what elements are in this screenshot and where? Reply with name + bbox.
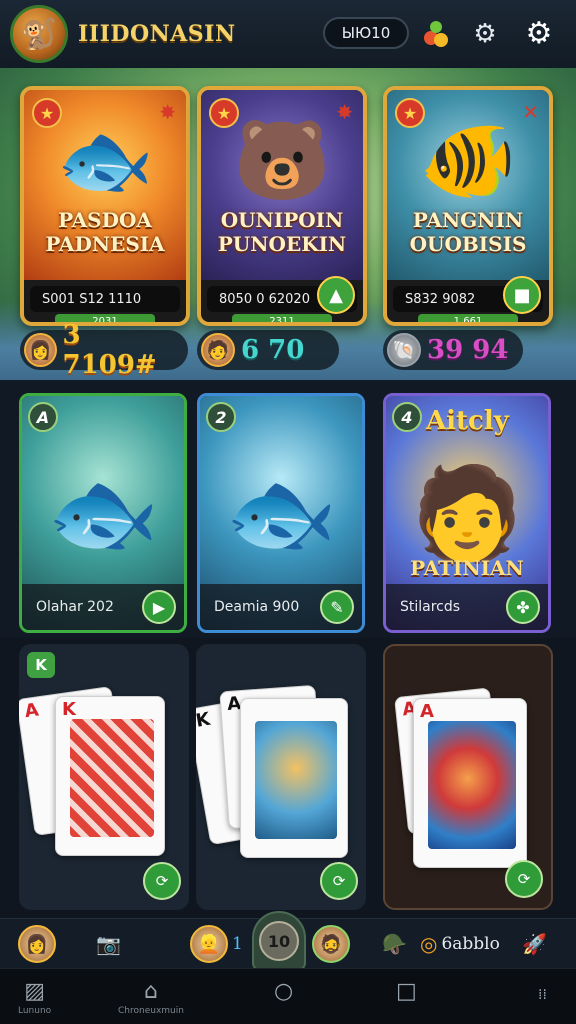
top-bar: 🐒 IIIDONASIN ЫЮ10 ⚙ ⚙	[0, 0, 576, 68]
play-icon[interactable]: ⟳	[143, 862, 181, 900]
game-title: OUNIPOIN PUNOEKIN	[217, 208, 347, 256]
player-bar: 👩 📷 👱 1 10 🧔 🪖 ◎ 6abblo 🚀	[0, 911, 576, 971]
shell-icon: 🐚	[387, 333, 421, 367]
featured-card-1[interactable]: 🐟 ★ ✸ PASDOA PADNESIA S001 S12 1110 2031	[20, 86, 190, 326]
center-badge[interactable]: 10	[252, 911, 306, 971]
close-icon[interactable]: ✕	[522, 100, 539, 124]
avatar: 👱	[190, 925, 228, 963]
game-card-olahar[interactable]: 🐟 A Olahar 202 ▶	[19, 393, 187, 633]
play-icon[interactable]: ⟳	[505, 860, 543, 898]
card-banner: PATINIAN	[410, 556, 524, 580]
featured-card-3[interactable]: 🐠 ★ ✕ PANGNIN OUOBISIS S832 9082 1.661 ■	[383, 86, 553, 326]
play-button[interactable]: ■	[503, 276, 541, 314]
helmet-icon[interactable]: 🪖	[382, 925, 407, 963]
dots-icon: ⁞⁞	[538, 987, 547, 1003]
avatar: 🧑	[201, 333, 235, 367]
coin-counter-3: 🐚 39 94	[383, 330, 523, 370]
badge: 2	[206, 402, 236, 432]
system-nav-bar: ▨ Lununo ⌂ Chroneuxmuin ○ □ ⁞⁞	[0, 968, 576, 1024]
rocket-icon[interactable]: 🚀	[522, 925, 547, 963]
card-rank: A	[420, 701, 434, 722]
card-label: Deamia 900	[214, 599, 300, 615]
play-button[interactable]: ▲	[317, 276, 355, 314]
star-icon: ★	[32, 98, 62, 128]
card-label: Stilarcds	[400, 599, 461, 615]
nav-circle-button[interactable]: ○	[274, 979, 293, 1004]
sparkle-icon: ✸	[159, 100, 176, 124]
leaf-icon[interactable]: ✤	[506, 590, 540, 624]
coin-text: 6abblo	[441, 934, 500, 954]
coin-display[interactable]: ◎ 6abblo	[420, 925, 500, 963]
nav-caption: Chroneuxmuin	[118, 1006, 184, 1016]
brand-name: IIIDONASIN	[78, 21, 236, 47]
coin-icon: ◎	[420, 932, 438, 956]
card-game-1[interactable]: K A K ⟳	[19, 644, 189, 910]
card-game-2[interactable]: K A ⟳	[196, 644, 366, 910]
chat-icon[interactable]: ✎	[320, 590, 354, 624]
star-icon: ★	[395, 98, 425, 128]
nav-home[interactable]: ⌂ Chroneuxmuin	[118, 979, 184, 1016]
player-slot[interactable]: 👱 1	[190, 925, 243, 963]
star-icon: ★	[209, 98, 239, 128]
monkey-logo[interactable]: 🐒	[10, 5, 68, 63]
card-rank: K	[196, 708, 212, 732]
circle-icon: ○	[274, 979, 294, 1004]
card-headline: Aitcly	[426, 406, 509, 436]
game-card-deamia[interactable]: 🐟 2 Deamia 900 ✎	[197, 393, 365, 633]
play-icon[interactable]: ⟳	[320, 862, 358, 900]
avatar: 👩	[18, 925, 56, 963]
balance-pill[interactable]: ЫЮ10	[323, 17, 409, 49]
camera-icon[interactable]: 📷	[96, 925, 121, 963]
badge: A	[28, 402, 58, 432]
nav-square-button[interactable]: □	[396, 979, 417, 1004]
nav-lobby[interactable]: ▨ Lununo	[18, 979, 51, 1016]
card-rank: A	[23, 699, 40, 723]
game-tag: 1.661	[418, 314, 518, 322]
settings-icon[interactable]: ⚙	[522, 17, 556, 51]
playing-card: A	[413, 698, 527, 868]
nav-caption: Lununo	[18, 1006, 52, 1016]
avatar: 🧔	[312, 925, 350, 963]
featured-card-2[interactable]: 🐻 ★ ✸ OUNIPOIN PUNOEKIN 8050 0 62020 231…	[197, 86, 367, 326]
gems-icon[interactable]	[420, 17, 454, 51]
coin-counter-2: 🧑 6 70	[197, 330, 339, 370]
playing-card: K	[55, 696, 165, 856]
player-slot[interactable]: 👩	[18, 925, 56, 963]
play-arrow-icon[interactable]: ▶	[142, 590, 176, 624]
game-title: PANGNIN OUOBISIS	[409, 208, 527, 256]
gear-icon[interactable]: ⚙	[468, 17, 502, 51]
card-game-3[interactable]: A A ⟳	[383, 644, 553, 910]
sparkle-icon: ✸	[336, 100, 353, 124]
card-label: Olahar 202	[36, 599, 114, 615]
player-slot[interactable]: 🧔	[312, 925, 350, 963]
card-rank: K	[62, 699, 76, 720]
card-face	[70, 719, 154, 837]
card-face	[255, 721, 337, 839]
nav-more-button[interactable]: ⁞⁞	[538, 987, 547, 1003]
game-title: PASDOA PADNESIA	[45, 208, 165, 256]
center-number: 10	[259, 921, 299, 961]
coin-value: 39 94	[427, 335, 509, 365]
grid-icon: ▨	[24, 979, 45, 1004]
coin-counter-1: 👩 3 7109#	[20, 320, 188, 380]
coin-value: 3 7109#	[62, 320, 157, 380]
badge: K	[27, 652, 55, 678]
avatar: 👩	[24, 333, 57, 367]
badge: 4	[392, 402, 422, 432]
game-card-patinian[interactable]: 🧑 4 Aitcly PATINIAN Stilarcds ✤	[383, 393, 551, 633]
coin-value: 6 70	[241, 335, 305, 365]
card-face	[428, 721, 516, 849]
game-stats: S001 S12 1110	[30, 286, 180, 312]
home-icon: ⌂	[143, 979, 158, 1004]
player-level: 1	[232, 934, 243, 954]
game-tag: 2311	[232, 314, 332, 322]
playing-card	[240, 698, 348, 858]
square-icon: □	[396, 979, 417, 1004]
